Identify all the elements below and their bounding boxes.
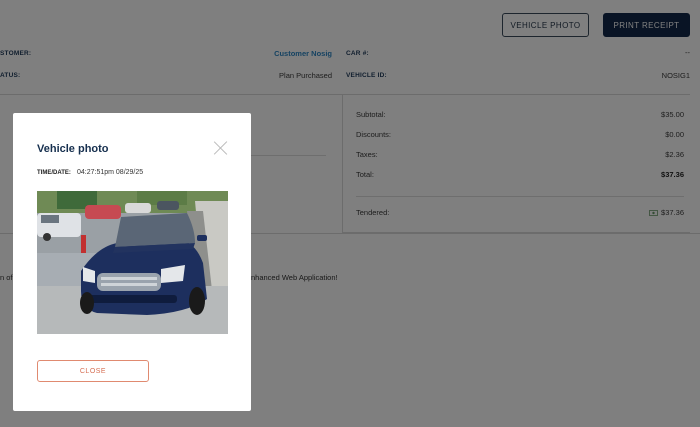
time-date-value: 04:27:51pm 08/29/25 [77, 169, 144, 176]
close-icon[interactable] [214, 141, 228, 155]
time-date-label: TIME/DATE: [37, 170, 71, 176]
vehicle-photo [37, 191, 228, 334]
vehicle-photo-modal: Vehicle photo TIME/DATE: 04:27:51pm 08/2… [13, 113, 251, 411]
modal-title: Vehicle photo [37, 143, 109, 155]
close-button[interactable]: CLOSE [37, 360, 149, 382]
vehicle-photo-image [37, 191, 228, 334]
